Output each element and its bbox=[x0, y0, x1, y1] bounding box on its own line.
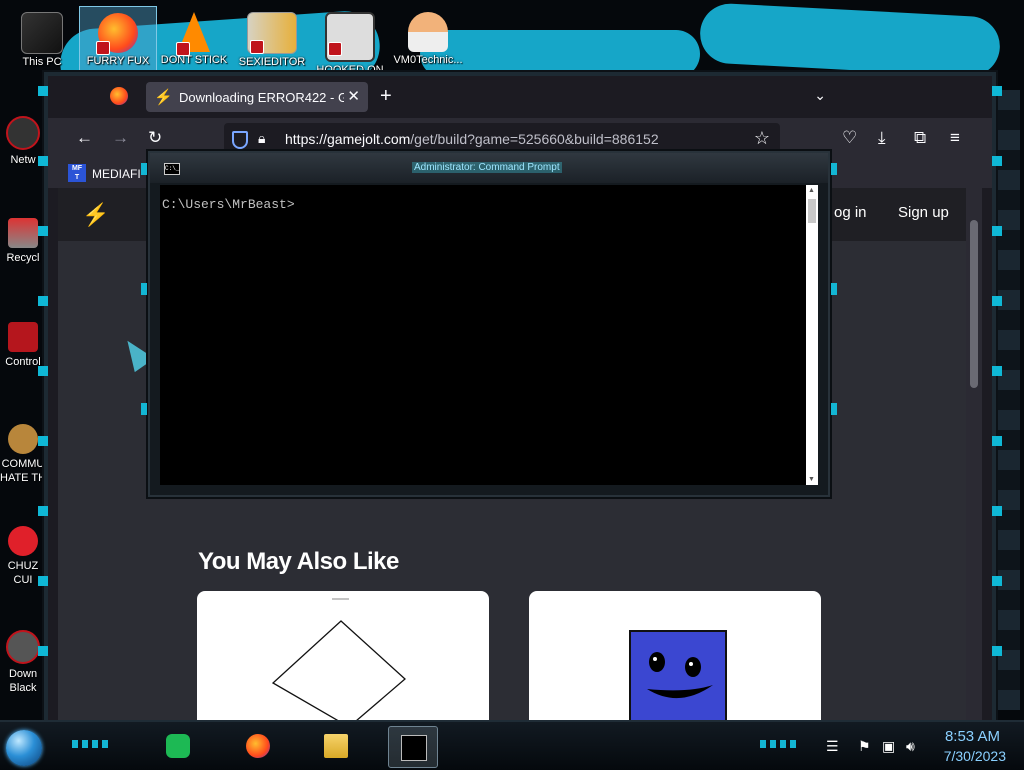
shield-icon bbox=[250, 40, 264, 54]
page-scrollbar[interactable] bbox=[966, 188, 982, 720]
shield-icon bbox=[328, 42, 342, 56]
url-host: https://gamejolt.com bbox=[285, 131, 411, 147]
taskbar-app-command-prompt[interactable] bbox=[388, 726, 438, 768]
taskbar-deco bbox=[72, 740, 112, 748]
lock-icon[interactable]: 🔒︎ bbox=[258, 130, 265, 147]
badge-top: MF bbox=[71, 165, 83, 172]
window-frame-deco bbox=[141, 163, 147, 483]
desktop-icon-this-pc[interactable]: This PC bbox=[4, 6, 80, 68]
firefox-icon bbox=[246, 734, 270, 758]
scroll-up-icon[interactable]: ▲ bbox=[808, 187, 815, 194]
spotify-icon bbox=[166, 734, 190, 758]
new-tab-button[interactable]: + bbox=[380, 85, 392, 108]
chevron-down-icon[interactable]: ⌄ bbox=[814, 87, 826, 104]
desktop-icon-label: This PC bbox=[22, 56, 62, 68]
action-center-flag-icon[interactable]: ⚑ bbox=[858, 738, 871, 755]
mediafire-bookmark-icon[interactable]: MF T bbox=[68, 164, 86, 182]
cmd-icon[interactable]: C:\_ bbox=[164, 163, 180, 175]
command-prompt-window[interactable]: C:\_ Administrator: Command Prompt C:\Us… bbox=[141, 151, 837, 497]
desktop-icon-hooked-on[interactable]: HOOKED ON bbox=[312, 6, 388, 76]
clock-time[interactable]: 8:53 AM bbox=[945, 728, 1000, 745]
desktop-icon-label: FURRY FUX bbox=[86, 55, 150, 67]
window-frame-deco bbox=[992, 86, 1002, 706]
back-icon[interactable]: ← bbox=[76, 128, 93, 148]
start-orb-icon[interactable] bbox=[6, 730, 42, 766]
network-icon[interactable]: ▣ bbox=[882, 738, 895, 755]
desktop-icon-vm0technic[interactable]: VM0Technic... bbox=[390, 6, 466, 66]
taskbar-app-file-explorer[interactable] bbox=[312, 726, 360, 766]
close-icon[interactable]: ✕ bbox=[347, 87, 360, 105]
control-panel-icon bbox=[8, 322, 38, 352]
section-title: You May Also Like bbox=[198, 548, 399, 575]
taskbar: ☰ ⚑ ▣ 🔊︎ 8:53 AM 7/30/2023 bbox=[0, 720, 1024, 770]
window-frame-deco bbox=[831, 163, 837, 483]
desktop-icon-furry-fux[interactable]: FURRY FUX bbox=[79, 6, 157, 72]
desktop-icon-dont-stick[interactable]: DONT STICK bbox=[156, 6, 232, 66]
download-icon[interactable]: ⤓ bbox=[878, 128, 886, 148]
red-creature-icon bbox=[8, 526, 38, 556]
extensions-icon[interactable]: ⧉ bbox=[914, 128, 926, 148]
console-output[interactable]: C:\Users\MrBeast> bbox=[160, 185, 806, 485]
forward-icon[interactable]: → bbox=[112, 128, 129, 148]
taskbar-app-firefox[interactable] bbox=[234, 726, 282, 766]
game-card[interactable] bbox=[197, 591, 489, 720]
folder-icon bbox=[324, 734, 348, 758]
network-icon bbox=[6, 116, 40, 150]
cmd-icon bbox=[401, 735, 427, 761]
show-hidden-icons-icon[interactable]: ☰ bbox=[826, 738, 839, 755]
login-link[interactable]: og in bbox=[834, 204, 867, 221]
doctor-avatar-icon bbox=[408, 12, 448, 52]
bookmark-mediafire[interactable]: MEDIAFI bbox=[92, 167, 141, 181]
wallpaper-stroke bbox=[698, 2, 1002, 78]
tracking-protection-shield-icon[interactable] bbox=[232, 131, 248, 149]
scroll-down-icon[interactable]: ▼ bbox=[808, 476, 815, 483]
firefox-view-icon[interactable] bbox=[110, 87, 128, 105]
tab-downloading-error422[interactable]: ⚡ Downloading ERROR422 - Game Jolt ✕ bbox=[146, 82, 368, 112]
scrollbar-thumb[interactable] bbox=[808, 199, 816, 223]
shield-icon bbox=[96, 41, 110, 55]
money-bag-icon bbox=[8, 424, 38, 454]
download-icon bbox=[6, 630, 40, 664]
taskbar-app-spotify[interactable] bbox=[154, 726, 202, 766]
desktop-icon-label: VM0Technic... bbox=[393, 54, 463, 66]
menu-hamburger-icon[interactable]: ≡ bbox=[950, 128, 960, 148]
cmd-window-title: Administrator: Command Prompt bbox=[412, 162, 562, 173]
desktop-icon-label: SEXIEDITOR bbox=[238, 56, 306, 68]
window-frame-deco bbox=[38, 86, 48, 706]
gamejolt-bolt-icon: ⚡ bbox=[154, 89, 173, 106]
taskbar-deco bbox=[760, 740, 800, 748]
bookmark-star-icon[interactable]: ☆ bbox=[754, 128, 770, 149]
volume-icon[interactable]: 🔊︎ bbox=[906, 738, 915, 755]
clock-date[interactable]: 7/30/2023 bbox=[944, 748, 1006, 764]
game-card[interactable] bbox=[529, 591, 821, 720]
cmd-scrollbar[interactable]: ▲ ▼ bbox=[806, 185, 818, 485]
url-text[interactable]: https://gamejolt.com/get/build?game=5256… bbox=[285, 131, 659, 147]
signup-link[interactable]: Sign up bbox=[898, 204, 949, 221]
cmd-prompt: C:\Users\MrBeast> bbox=[162, 197, 295, 212]
url-path: /get/build?game=525660&build=886152 bbox=[410, 131, 659, 147]
desktop-icon-sexieditor[interactable]: SEXIEDITOR bbox=[234, 6, 310, 68]
tab-bar: ⚡ Downloading ERROR422 - Game Jolt ✕ + ⌄ bbox=[48, 76, 992, 118]
gamejolt-logo-icon[interactable]: ⚡ bbox=[82, 202, 109, 228]
recycle-bin-icon bbox=[8, 218, 38, 248]
desktop-icon-label: DONT STICK bbox=[160, 54, 228, 66]
tab-title: Downloading ERROR422 - Game Jolt bbox=[179, 90, 344, 105]
badge-bottom: T bbox=[74, 174, 80, 181]
game-thumbnail-blue-face bbox=[629, 630, 727, 720]
this-pc-icon bbox=[21, 12, 63, 54]
shield-icon bbox=[176, 42, 190, 56]
cmd-title-bar[interactable]: C:\_ Administrator: Command Prompt bbox=[150, 153, 828, 183]
game-thumbnail-diamond bbox=[271, 598, 406, 720]
pocket-icon[interactable]: ♡ bbox=[842, 128, 857, 148]
scrollbar-thumb[interactable] bbox=[970, 220, 978, 388]
reload-icon[interactable]: ↻ bbox=[148, 128, 162, 148]
